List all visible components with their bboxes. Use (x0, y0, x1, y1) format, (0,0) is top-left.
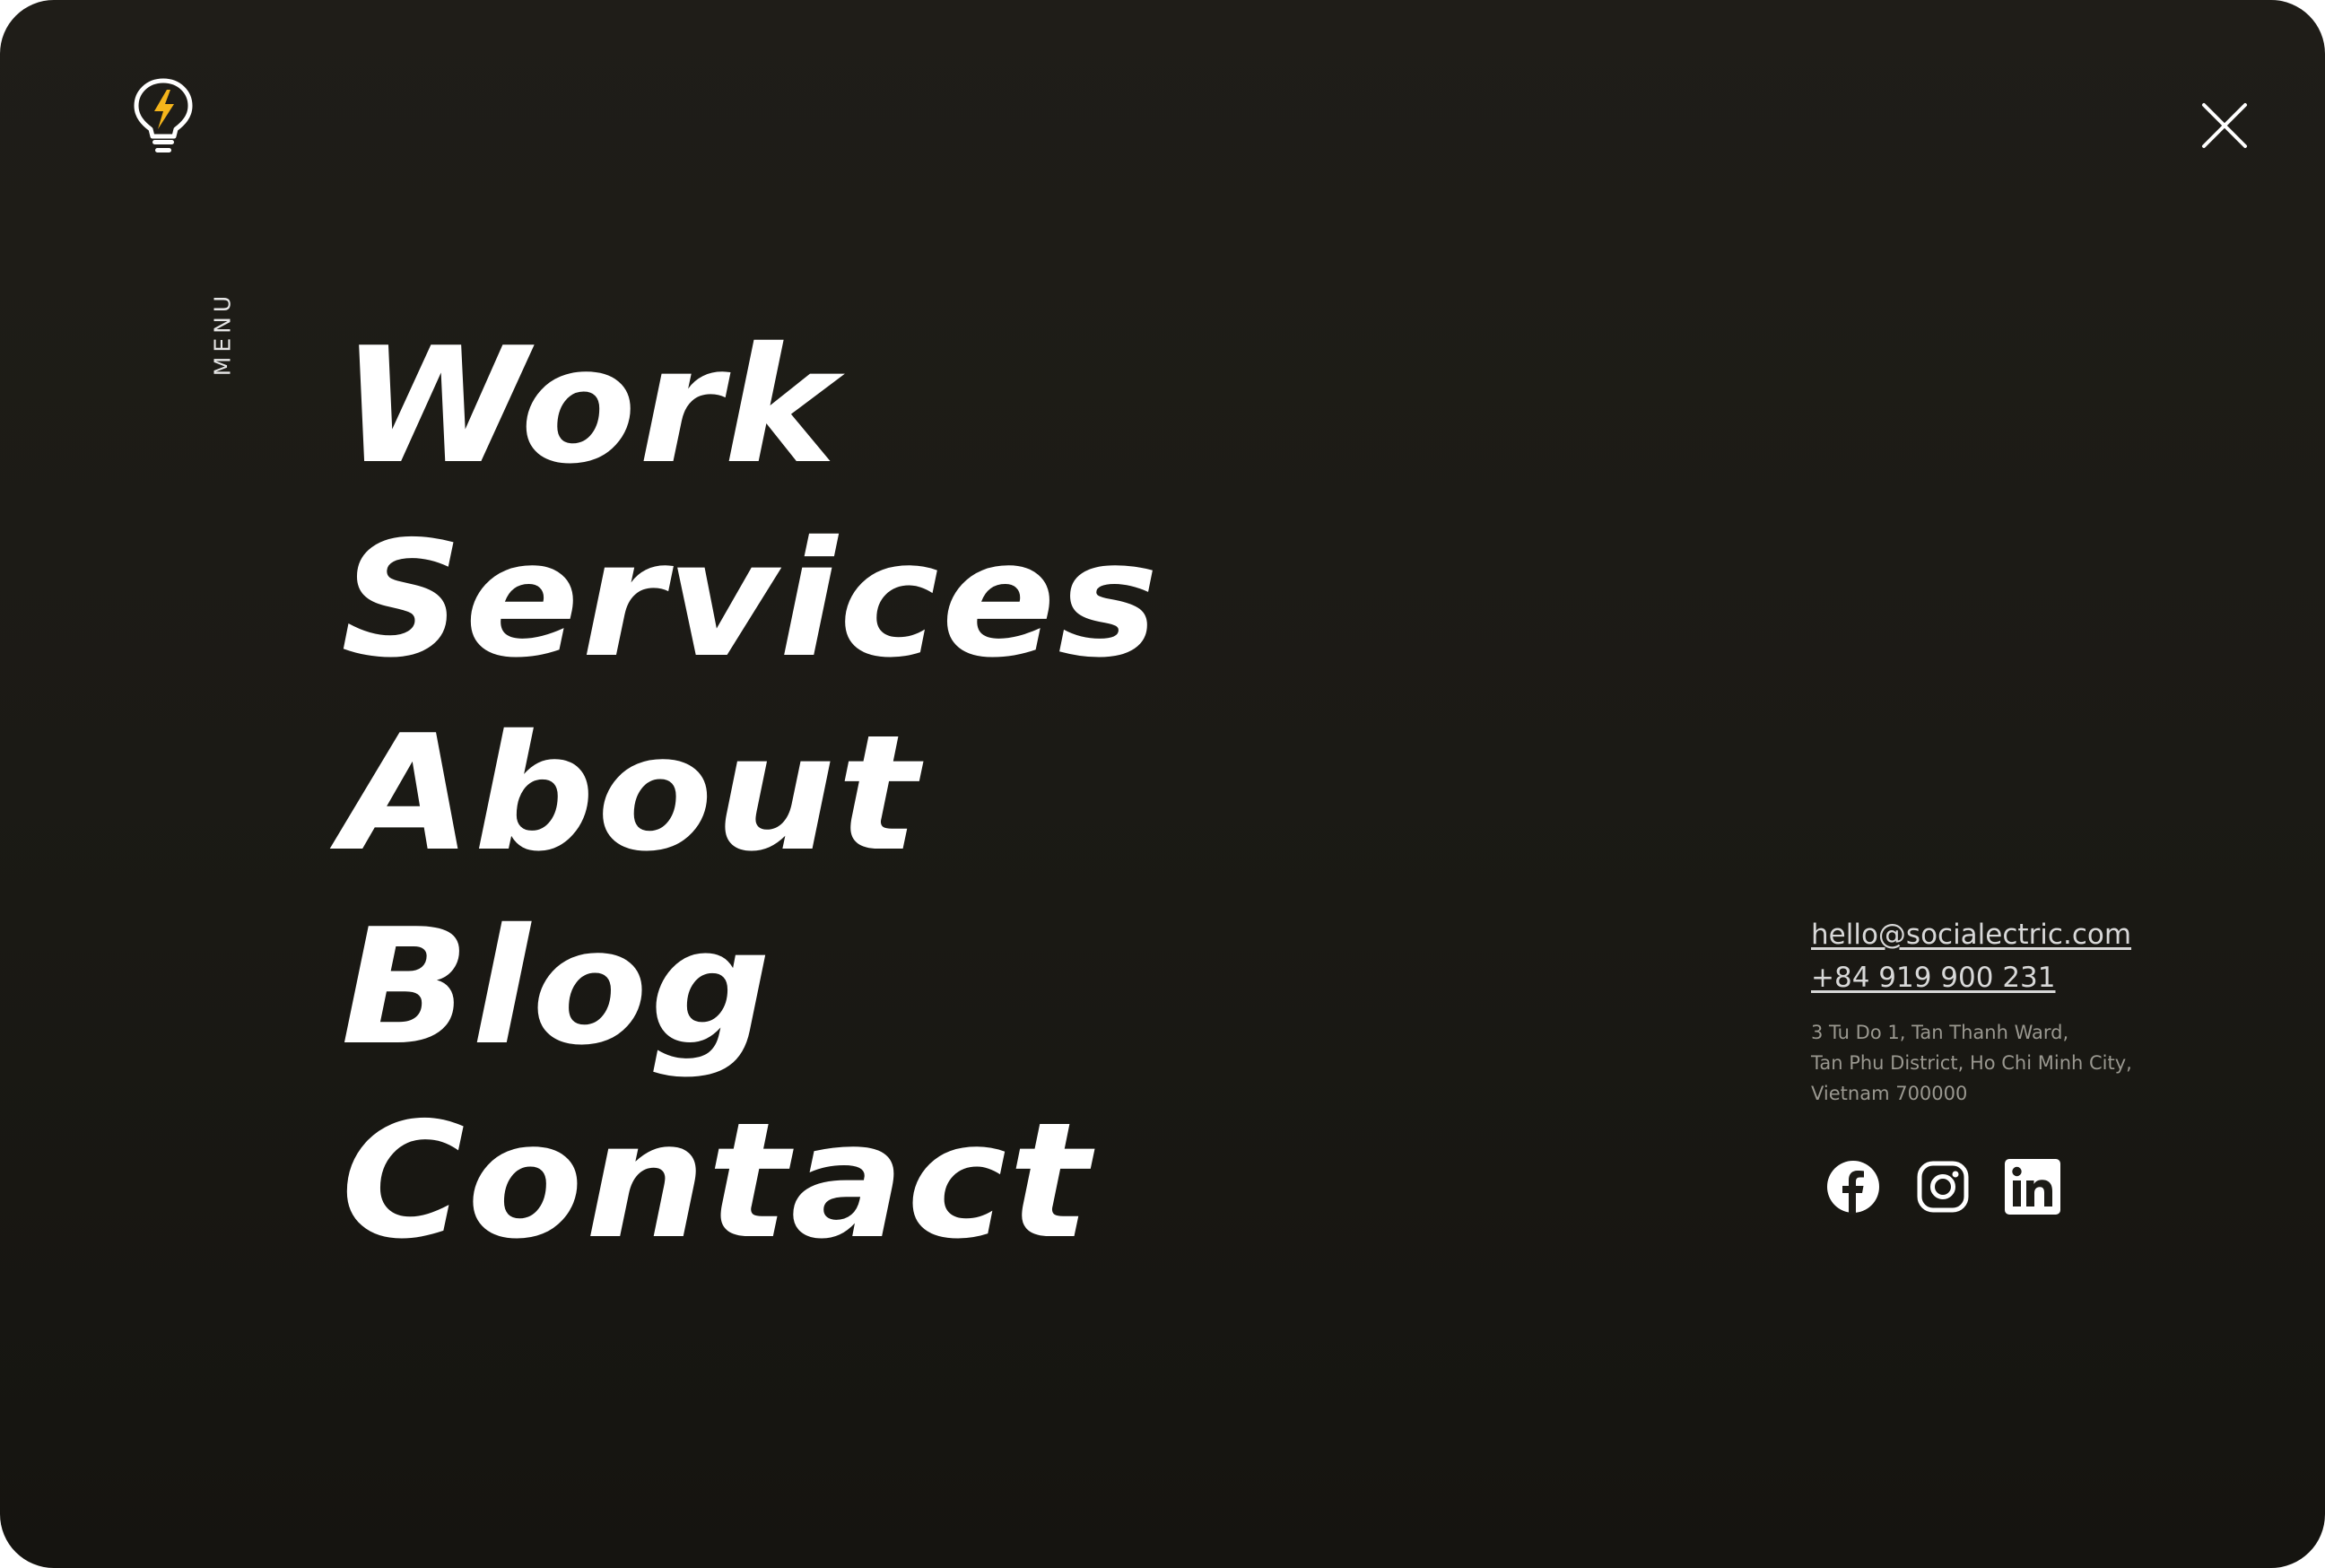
lightbulb-bolt-icon (134, 78, 193, 152)
contact-info: hello@socialectric.com +84 919 900 231 3… (1811, 913, 2242, 1109)
menu-overlay: MENU Work Services About Blog Contact he… (0, 0, 2325, 1568)
nav-item-work: Work (341, 309, 1114, 503)
nav-link-contact[interactable]: Contact (341, 1085, 1092, 1278)
close-button[interactable] (2201, 102, 2248, 149)
phone-link[interactable]: +84 919 900 231 (1811, 956, 2242, 999)
linkedin-icon[interactable] (2005, 1159, 2060, 1215)
logo[interactable] (133, 77, 194, 158)
main-nav: Work Services About Blog Contact (341, 309, 1159, 1278)
nav-item-services: Services (341, 503, 1159, 697)
social-links (1825, 1159, 2060, 1215)
menu-label: MENU (209, 291, 236, 377)
address-line: Tan Phu District, Ho Chi Minh City, (1811, 1052, 2132, 1074)
address-line: Vietnam 700000 (1811, 1083, 1968, 1104)
nav-item-about: About (341, 697, 1114, 891)
nav-link-about[interactable]: About (341, 697, 920, 891)
nav-item-contact: Contact (341, 1085, 1114, 1278)
address-line: 3 Tu Do 1, Tan Thanh Ward, (1811, 1022, 2069, 1043)
nav-item-blog: Blog (341, 891, 1114, 1085)
address: 3 Tu Do 1, Tan Thanh Ward, Tan Phu Distr… (1811, 1017, 2242, 1109)
nav-link-blog[interactable]: Blog (341, 891, 773, 1085)
nav-link-services[interactable]: Services (341, 503, 1161, 697)
nav-link-work[interactable]: Work (341, 309, 838, 503)
facebook-icon[interactable] (1825, 1159, 1881, 1215)
close-icon (2202, 103, 2247, 148)
instagram-icon[interactable] (1915, 1159, 1971, 1215)
email-link[interactable]: hello@socialectric.com (1811, 913, 2242, 956)
